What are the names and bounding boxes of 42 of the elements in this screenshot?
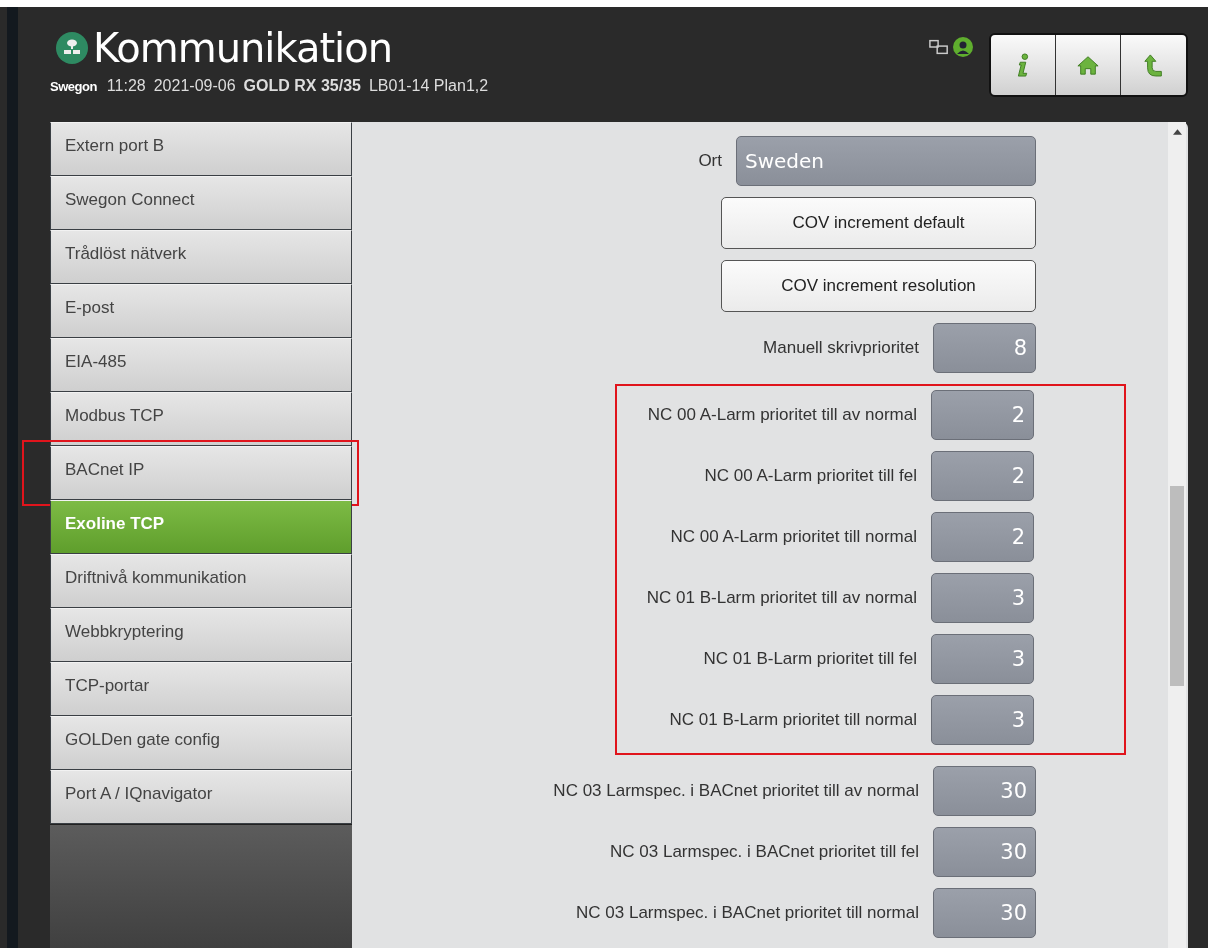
unit-name: GOLD RX 35/35	[243, 77, 361, 95]
sidebar-item[interactable]: TCP-portar	[50, 662, 352, 716]
date-text: 2021-09-06	[153, 77, 236, 95]
sidebar-item[interactable]: Extern port B	[50, 122, 352, 176]
setting-label: NC 00 A-Larm prioritet till normal	[670, 527, 917, 547]
sidebar-item[interactable]: Driftnivå kommunikation	[50, 554, 352, 608]
page-title: Kommunikation	[93, 25, 393, 71]
network-icon	[56, 32, 88, 64]
user-icon[interactable]	[953, 37, 973, 57]
setting-label: Manuell skrivprioritet	[763, 338, 919, 358]
back-button[interactable]	[1121, 35, 1186, 95]
sidebar-item[interactable]: BACnet IP	[50, 446, 352, 500]
sidebar-item[interactable]: GOLDen gate config	[50, 716, 352, 770]
setting-label: NC 01 B-Larm prioritet till normal	[669, 710, 917, 730]
info-button[interactable]	[991, 35, 1056, 95]
brand-logo: Swegon	[50, 79, 97, 94]
scrollbar[interactable]	[1168, 122, 1186, 948]
sidebar-item[interactable]: Swegon Connect	[50, 176, 352, 230]
action-button[interactable]: COV increment resolution	[721, 260, 1036, 312]
scroll-up-icon[interactable]	[1172, 129, 1182, 135]
setting-label: NC 01 B-Larm prioritet till fel	[703, 649, 917, 669]
time-text: 11:28	[106, 77, 146, 95]
setting-label: NC 00 A-Larm prioritet till fel	[704, 466, 917, 486]
sidebar-item[interactable]: Modbus TCP	[50, 392, 352, 446]
location-text: LB01-14 Plan1,2	[368, 77, 489, 95]
setting-label: NC 00 A-Larm prioritet till av normal	[647, 405, 917, 425]
sidebar-item[interactable]: E-post	[50, 284, 352, 338]
curved-arrow-icon	[1142, 53, 1165, 77]
setting-label: NC 01 B-Larm prioritet till av normal	[646, 588, 917, 608]
sidebar-item[interactable]: Trådlöst nätverk	[50, 230, 352, 284]
house-icon	[1077, 53, 1099, 77]
sidebar-item[interactable]: Port A / IQnavigator	[50, 770, 352, 824]
sidebar-item[interactable]: EIA-485	[50, 338, 352, 392]
setting-label: NC 03 Larmspec. i BACnet prioritet till normal	[576, 903, 919, 923]
scroll-thumb[interactable]	[1170, 486, 1184, 686]
screens-icon[interactable]	[929, 39, 949, 55]
setting-label: Ort	[698, 151, 722, 171]
setting-label: NC 03 Larmspec. i BACnet prioritet till av normal	[553, 781, 919, 801]
setting-label: NC 03 Larmspec. i BACnet prioritet till fel	[610, 842, 919, 862]
action-button[interactable]: COV increment default	[721, 197, 1036, 249]
sidebar-item[interactable]: Webbkryptering	[50, 608, 352, 662]
home-button[interactable]	[1056, 35, 1121, 95]
